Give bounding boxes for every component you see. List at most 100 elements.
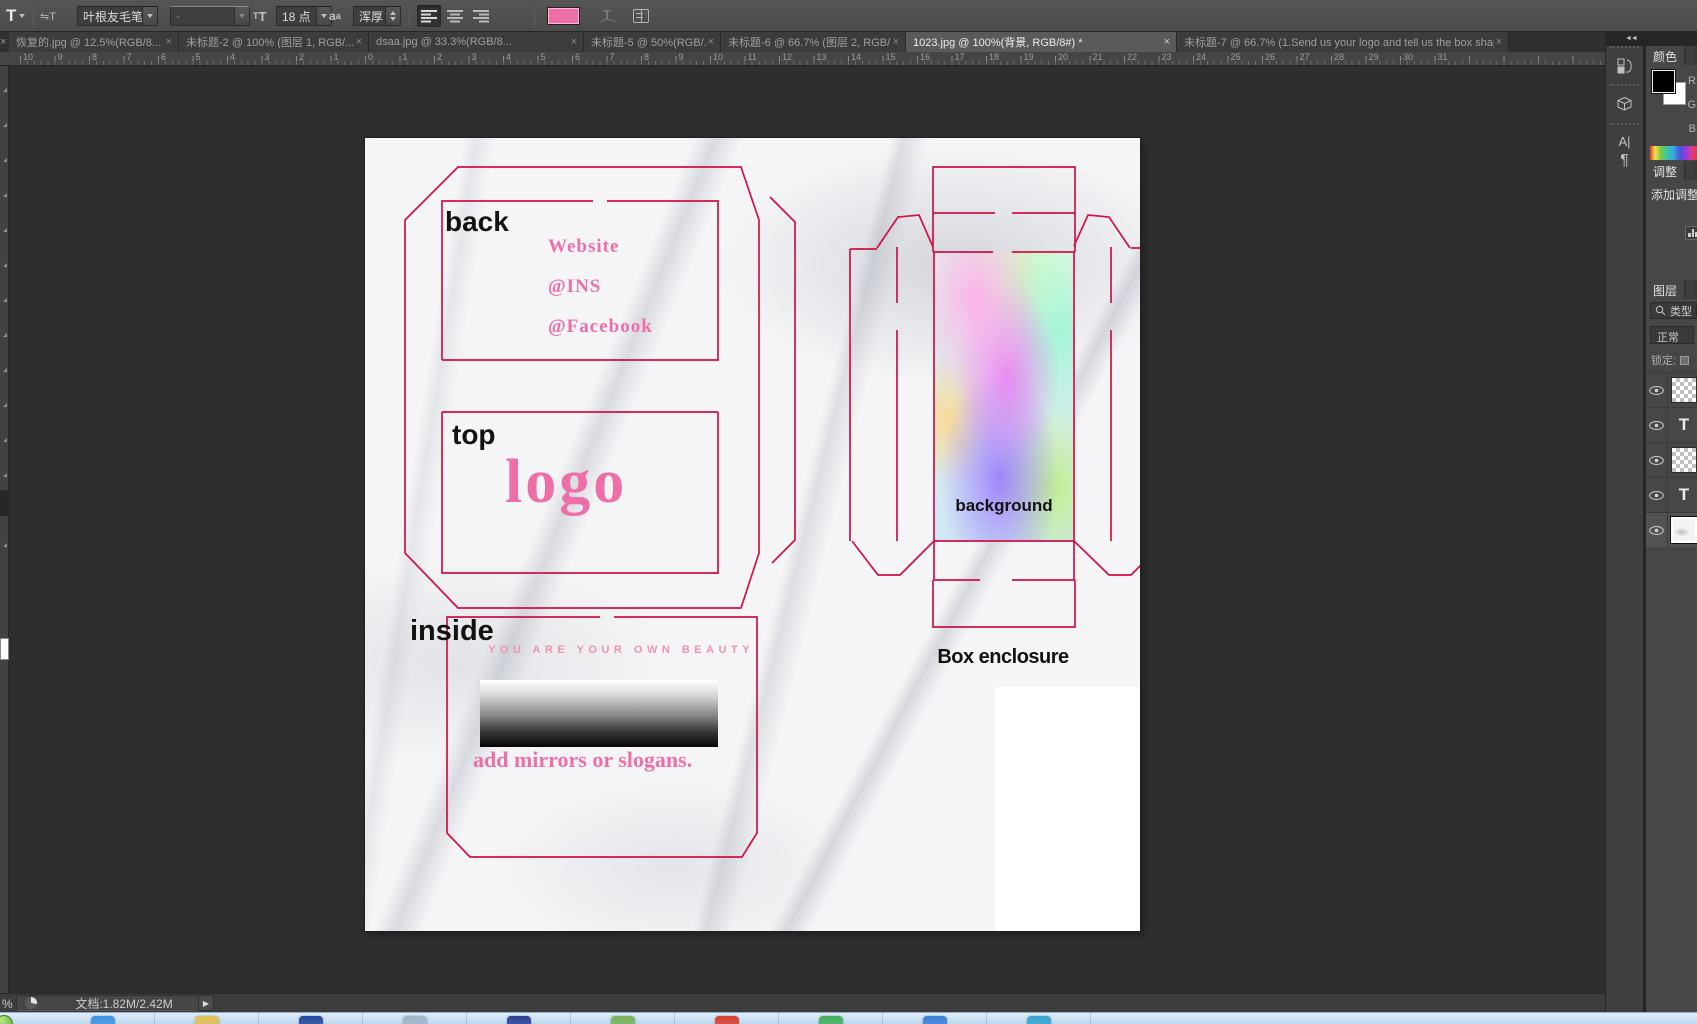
text-color-swatch[interactable]	[547, 7, 580, 25]
align-left-button[interactable]	[417, 5, 441, 27]
taskbar-cell	[259, 1013, 363, 1024]
filter-type-label: 类型	[1670, 305, 1692, 318]
layer-row[interactable]	[1646, 512, 1697, 548]
zoom-percent-fragment[interactable]: %	[2, 997, 13, 1011]
options-bar: T ⇋T 叶根友毛笔... - TT 18 点 aa 浑厚	[0, 0, 1697, 32]
taskbar-app-navy[interactable]	[507, 1016, 531, 1024]
layer-row[interactable]: T	[1646, 407, 1697, 443]
document-tab[interactable]: 未标题-2 @ 100% (图层 1, RGB/... ×	[179, 32, 369, 52]
box-dieline-drawing	[404, 166, 1140, 858]
tool-corner-triangle	[3, 158, 7, 162]
font-size-select[interactable]: 18 点	[276, 6, 332, 26]
layer-visibility-eye-icon[interactable]	[1646, 525, 1667, 535]
taskbar-app-red[interactable]	[715, 1016, 739, 1024]
layer-thumbnail-checker[interactable]	[1671, 377, 1697, 403]
tab-close-icon[interactable]: ×	[354, 36, 368, 48]
document-tab[interactable]: 未标题-7 @ 66.7% (1.Send us your logo and t…	[1177, 32, 1509, 52]
horizontal-ruler: 10 9 8 7 6 5 4 3 2 1 0 1 2 3 4 5 6 7 8 9 10 11 12 13 14 15 16 17 18 1…	[0, 52, 1605, 66]
foreground-color-swatch[interactable]	[1651, 69, 1676, 94]
windows-taskbar	[0, 1012, 1697, 1024]
anti-alias-select[interactable]: 浑厚	[353, 6, 401, 26]
layer-thumbnail-image[interactable]	[1670, 516, 1697, 544]
taskbar-app-green-leaf[interactable]	[611, 1016, 635, 1024]
ruler-tick-label: 15	[885, 52, 896, 62]
tab-swatches-partial[interactable]	[1684, 46, 1695, 65]
layer-row[interactable]: T	[1646, 477, 1697, 513]
document-tab[interactable]: 未标题-5 @ 50%(RGB/... ×	[584, 32, 721, 52]
taskbar-cell	[987, 1013, 1091, 1024]
layer-thumbnail-text[interactable]: T	[1671, 482, 1697, 508]
tab-close-icon[interactable]: ×	[891, 36, 905, 48]
ruler-tick-label: 25	[1230, 52, 1241, 62]
tab-color[interactable]: 颜色	[1646, 46, 1685, 65]
layer-visibility-eye-icon[interactable]	[1646, 455, 1667, 465]
text-orientation-icon[interactable]: ⇋T	[40, 0, 56, 32]
anti-alias-spinner[interactable]	[385, 7, 400, 25]
tab-close-icon[interactable]: ×	[1494, 36, 1508, 48]
tab-close-icon[interactable]: ×	[569, 36, 583, 48]
status-options-arrow-button[interactable]: ▶	[198, 995, 214, 1011]
tab-adjustments[interactable]: 调整	[1646, 161, 1685, 180]
tab-close-icon[interactable]: ×	[1162, 36, 1176, 48]
toggle-panels-icon[interactable]	[633, 9, 649, 23]
blend-mode-select[interactable]: 正常	[1650, 326, 1694, 344]
ruler-tick-label: 1	[333, 52, 339, 62]
photoshop-window: T ⇋T 叶根友毛笔... - TT 18 点 aa 浑厚	[0, 0, 1697, 1024]
type-tool-preset[interactable]: T	[2, 0, 29, 32]
taskbar-app-arrow[interactable]	[1027, 1016, 1051, 1024]
taskbar-app-folder[interactable]	[195, 1016, 219, 1024]
lock-transparent-icon[interactable]	[1680, 355, 1690, 365]
levels-adjustment-icon[interactable]	[1685, 226, 1697, 240]
align-center-button[interactable]	[443, 5, 467, 27]
styles-panel-button[interactable]	[1610, 46, 1639, 84]
layer-row[interactable]	[1646, 442, 1697, 478]
document-info-chip[interactable]: 文档:1.82M/2.42M	[16, 995, 212, 1011]
paragraph-panel-icon[interactable]: ¶	[1610, 152, 1639, 170]
tab-layers[interactable]: 图层	[1646, 280, 1685, 299]
character-panel-icon[interactable]: A|	[1610, 134, 1639, 149]
font-family-select[interactable]: 叶根友毛笔...	[77, 6, 158, 26]
ruler-tick-label: 6	[575, 52, 581, 62]
taskbar-app-window-dark[interactable]	[299, 1016, 323, 1024]
ruler-tick-label: 9	[57, 52, 63, 62]
layer-thumbnail-checker[interactable]	[1671, 447, 1697, 473]
layer-row[interactable]	[1646, 372, 1697, 408]
align-left-icon	[421, 10, 437, 23]
font-family-value: 叶根友毛笔...	[83, 9, 142, 24]
tab-close-icon[interactable]: ×	[706, 36, 720, 48]
ruler-tick-label: 19	[1023, 52, 1034, 62]
3d-panel-button[interactable]	[1610, 84, 1639, 123]
ruler-tick-label: 12	[782, 52, 793, 62]
layer-visibility-eye-icon[interactable]	[1646, 420, 1667, 430]
mirrors-note-text: add mirrors or slogans.	[473, 747, 693, 772]
start-button[interactable]	[0, 1015, 13, 1024]
color-spectrum-ramp[interactable]	[1650, 146, 1697, 160]
document-tab[interactable]: 未标题-6 @ 66.7% (图层 2, RGB/... ×	[721, 32, 906, 52]
taskbar-app-blue[interactable]	[923, 1016, 947, 1024]
taskbar-cell	[571, 1013, 675, 1024]
document-canvas[interactable]: back Website @INS @Facebook top logo ins…	[365, 138, 1140, 931]
tool-corner-triangle	[3, 263, 7, 267]
layer-filter-select[interactable]: 类型	[1650, 302, 1697, 319]
document-tab[interactable]: 1023.jpg @ 100%(背景, RGB/8#) * ×	[906, 32, 1177, 52]
layer-visibility-eye-icon[interactable]	[1646, 490, 1667, 500]
taskbar-app-window-gray[interactable]	[403, 1016, 427, 1024]
align-right-icon	[473, 10, 489, 23]
document-tab[interactable]: dsaa.jpg @ 33.3%(RGB/8... ×	[369, 32, 584, 52]
layer-thumbnail-text[interactable]: T	[1671, 412, 1697, 438]
taskbar-app-ie[interactable]	[91, 1016, 115, 1024]
layers-panel-tabs: 图层	[1646, 280, 1697, 299]
document-tab-label: 1023.jpg @ 100%(背景, RGB/8#) *	[913, 37, 1083, 49]
layer-visibility-eye-icon[interactable]	[1646, 385, 1667, 395]
align-right-button[interactable]	[469, 5, 493, 27]
tools-panel-edge[interactable]	[0, 66, 9, 993]
tab-channels-partial[interactable]	[1684, 280, 1695, 299]
ruler-tick-label: 13	[816, 52, 827, 62]
taskbar-app-green[interactable]	[819, 1016, 843, 1024]
collapse-dock-icon[interactable]: ◄◄	[1625, 35, 1638, 42]
tab-close-icon[interactable]: ×	[164, 36, 178, 48]
font-family-dropdown-button[interactable]	[142, 7, 157, 25]
document-tab[interactable]: 恢复的.jpg @ 12.5%(RGB/8... ×	[9, 32, 179, 52]
tab-styles-partial[interactable]	[1684, 161, 1695, 180]
clipped-tab-close-icon[interactable]: ×	[0, 32, 9, 52]
